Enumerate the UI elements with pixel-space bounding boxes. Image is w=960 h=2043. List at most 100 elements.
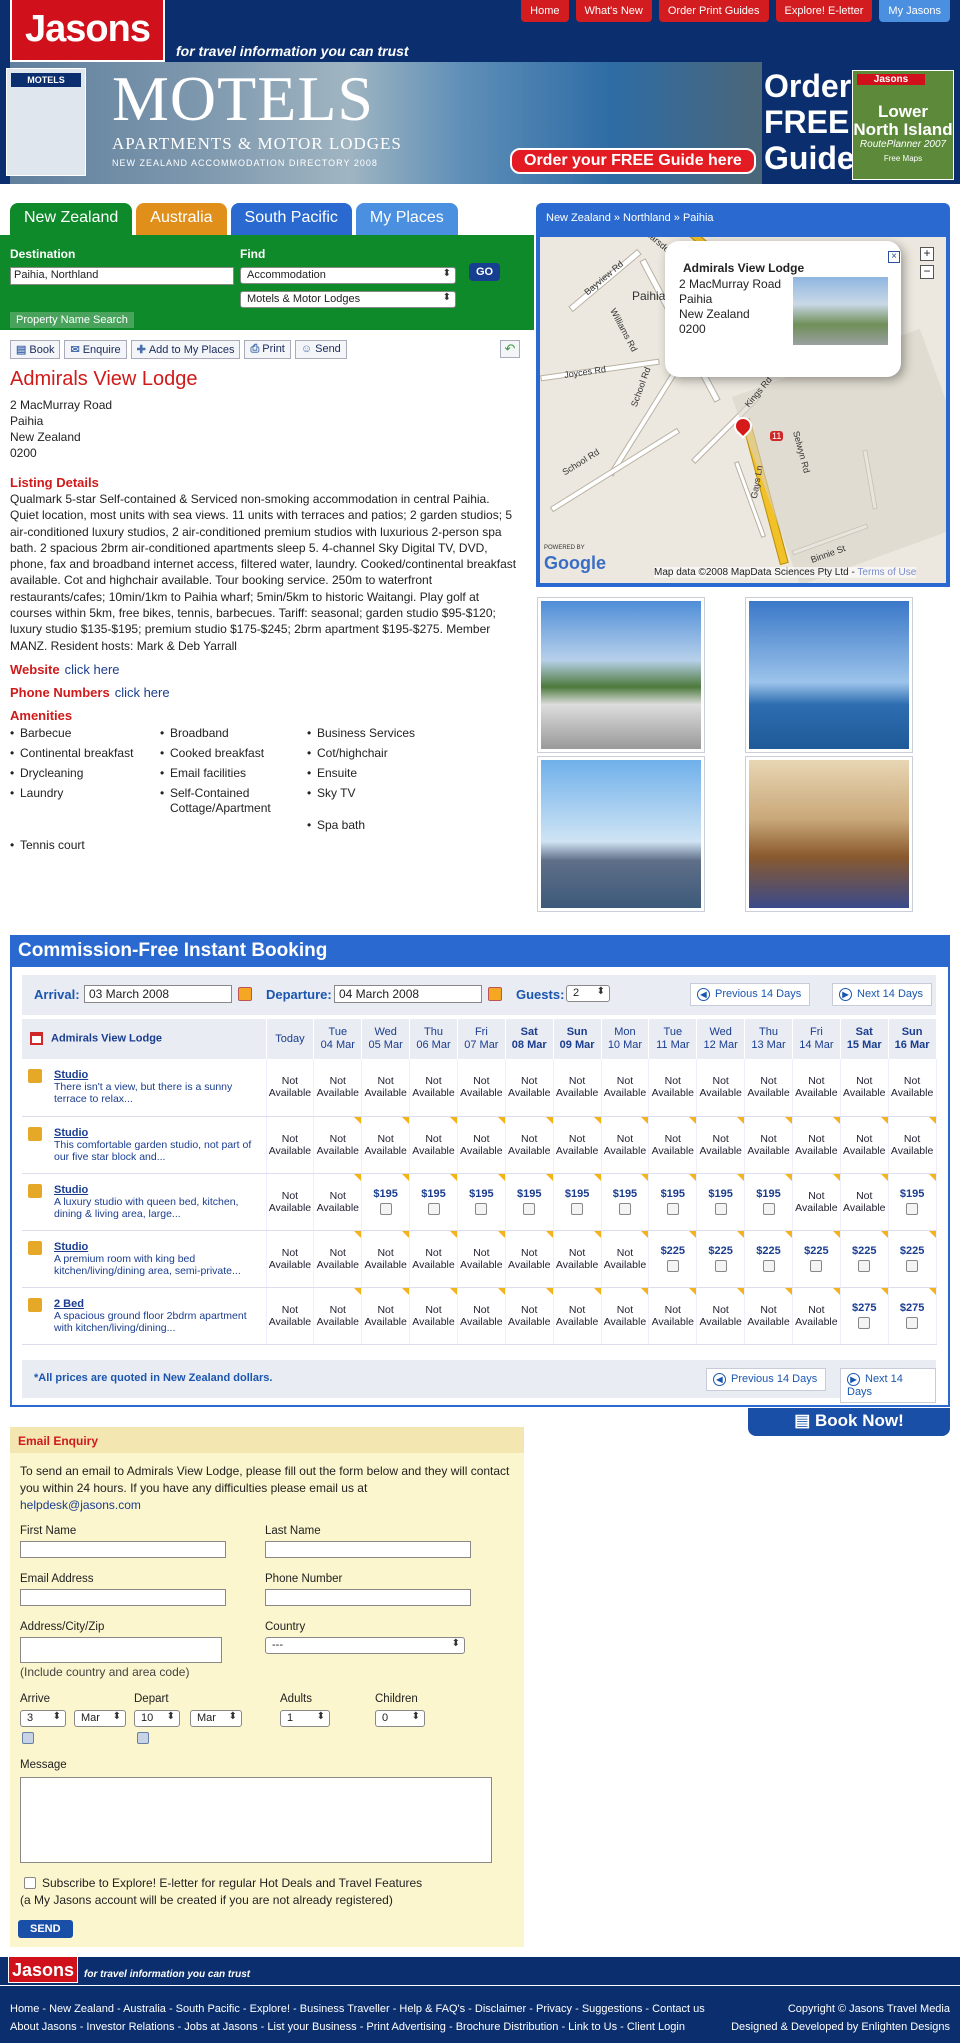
availability-cell[interactable]: $195: [457, 1173, 506, 1231]
availability-cell[interactable]: $275: [840, 1287, 889, 1345]
guests-select[interactable]: 2: [566, 985, 610, 1002]
availability-cell[interactable]: $195: [648, 1173, 698, 1231]
room-info-icon[interactable]: [28, 1069, 42, 1083]
go-button[interactable]: GO: [469, 263, 501, 281]
order-free-guides[interactable]: Order FREE Guides: [764, 68, 872, 176]
first-name-field[interactable]: [20, 1541, 226, 1558]
room-info-icon[interactable]: [28, 1297, 42, 1312]
room-name-link[interactable]: 2 Bed: [54, 1298, 266, 1310]
calendar-icon[interactable]: [488, 987, 502, 1001]
tab-australia[interactable]: Australia: [136, 203, 227, 235]
add-to-my-places-button[interactable]: ✚ Add to My Places: [130, 340, 241, 359]
adults-select[interactable]: 1: [280, 1710, 330, 1727]
send-button[interactable]: ☺ Send: [294, 340, 347, 359]
rate-checkbox[interactable]: [714, 1260, 727, 1272]
map-breadcrumb[interactable]: New Zealand » Northland » Paihia: [546, 212, 714, 224]
send-button[interactable]: SEND: [18, 1920, 73, 1938]
rate-checkbox[interactable]: [379, 1203, 392, 1215]
rate-checkbox[interactable]: [762, 1203, 775, 1215]
zoom-in-icon[interactable]: +: [920, 247, 934, 261]
next-14-days-button[interactable]: ▶ Next 14 Days: [832, 983, 933, 1006]
calendar-icon[interactable]: [238, 987, 252, 1001]
calendar-icon[interactable]: [137, 1732, 149, 1744]
availability-cell[interactable]: $195: [696, 1173, 746, 1231]
availability-cell[interactable]: $225: [792, 1230, 841, 1288]
phone-link[interactable]: click here: [115, 685, 170, 700]
availability-cell[interactable]: $195: [744, 1173, 793, 1231]
back-arrow-icon[interactable]: ↶: [500, 340, 520, 358]
rate-checkbox[interactable]: [475, 1203, 488, 1215]
rate-checkbox[interactable]: [906, 1260, 919, 1272]
phone-field[interactable]: [265, 1589, 471, 1606]
subscribe-checkbox[interactable]: [24, 1877, 36, 1889]
terms-link[interactable]: Terms of Use: [857, 567, 916, 578]
nav-home[interactable]: Home: [521, 0, 569, 22]
availability-cell[interactable]: $195: [601, 1173, 650, 1231]
lower-north-island-guide[interactable]: Jasons Lower North Island RoutePlanner 2…: [852, 70, 954, 180]
rate-checkbox[interactable]: [666, 1260, 679, 1272]
availability-cell[interactable]: $195: [361, 1173, 411, 1231]
order-guide-button[interactable]: Order your FREE Guide here: [510, 148, 756, 174]
children-select[interactable]: 0: [375, 1710, 425, 1727]
destination-input[interactable]: Paihia, Northland: [10, 267, 234, 285]
availability-cell[interactable]: $195: [888, 1173, 937, 1231]
rate-checkbox[interactable]: [810, 1260, 823, 1272]
room-name-link[interactable]: Studio: [54, 1184, 266, 1196]
nav-explore-eletter[interactable]: Explore! E-letter: [775, 0, 873, 22]
room-info-icon[interactable]: [28, 1240, 42, 1255]
arrive-day-select[interactable]: 3: [20, 1710, 66, 1727]
nav-order-print-guides[interactable]: Order Print Guides: [658, 0, 769, 22]
footer-links-secondary[interactable]: About Jasons - Investor Relations - Jobs…: [10, 2021, 685, 2033]
room-name-link[interactable]: Studio: [54, 1069, 266, 1081]
google-map[interactable]: Bayview Rd Marsden Rd Paihia Williams Rd…: [540, 237, 946, 583]
zoom-out-icon[interactable]: −: [920, 265, 934, 279]
availability-cell[interactable]: $225: [840, 1230, 889, 1288]
rate-checkbox[interactable]: [523, 1203, 536, 1215]
country-select[interactable]: ---: [265, 1637, 465, 1654]
find-select[interactable]: Accommodation: [240, 267, 456, 284]
availability-cell[interactable]: $225: [888, 1230, 937, 1288]
rate-checkbox[interactable]: [427, 1203, 440, 1215]
rate-checkbox[interactable]: [666, 1203, 679, 1215]
gallery-photo[interactable]: [538, 598, 704, 752]
availability-cell[interactable]: $195: [409, 1173, 458, 1231]
book-now-button[interactable]: ▤ Book Now!: [748, 1408, 950, 1436]
rate-checkbox[interactable]: [906, 1317, 919, 1329]
room-info-icon[interactable]: [28, 1126, 42, 1141]
room-name-link[interactable]: Studio: [54, 1127, 266, 1139]
nav-my-jasons[interactable]: My Jasons: [879, 0, 950, 22]
tab-my-places[interactable]: My Places: [355, 203, 458, 235]
rate-checkbox[interactable]: [714, 1203, 727, 1215]
tab-south-pacific[interactable]: South Pacific: [230, 203, 352, 235]
rate-checkbox[interactable]: [858, 1317, 871, 1329]
promo-banner[interactable]: MOTELS MOTELS APARTMENTS & MOTOR LODGES …: [0, 62, 960, 184]
address-field[interactable]: [20, 1637, 222, 1663]
website-link[interactable]: click here: [65, 662, 120, 677]
departure-input[interactable]: 04 March 2008: [334, 985, 482, 1003]
availability-cell[interactable]: $225: [648, 1230, 698, 1288]
print-button[interactable]: ⎙ Print: [244, 340, 291, 359]
rate-checkbox[interactable]: [618, 1203, 631, 1215]
depart-day-select[interactable]: 10: [134, 1710, 180, 1727]
availability-cell[interactable]: $225: [744, 1230, 793, 1288]
room-info-icon[interactable]: [28, 1183, 42, 1198]
room-name-link[interactable]: Studio: [54, 1241, 266, 1253]
rate-checkbox[interactable]: [858, 1260, 871, 1272]
jasons-logo[interactable]: Jasons: [10, 0, 165, 62]
availability-cell[interactable]: $195: [553, 1173, 602, 1231]
availability-cell[interactable]: $225: [696, 1230, 746, 1288]
availability-cell[interactable]: $195: [505, 1173, 554, 1231]
book-button[interactable]: ▤ Book: [10, 340, 61, 359]
gallery-photo[interactable]: [746, 757, 912, 911]
helpdesk-email-link[interactable]: helpdesk@jasons.com: [20, 1498, 141, 1512]
nav-whats-new[interactable]: What's New: [575, 0, 652, 22]
footer-links-primary[interactable]: Home - New Zealand - Australia - South P…: [10, 2003, 705, 2015]
footer-logo[interactable]: Jasons: [8, 1957, 78, 1983]
arrival-input[interactable]: 03 March 2008: [84, 985, 232, 1003]
close-icon[interactable]: ×: [888, 251, 900, 263]
rate-checkbox[interactable]: [762, 1260, 775, 1272]
calendar-icon[interactable]: [22, 1732, 34, 1744]
arrive-month-select[interactable]: Mar: [74, 1710, 126, 1727]
prev-14-days-button[interactable]: ◀ Previous 14 Days: [706, 1368, 827, 1391]
email-field[interactable]: [20, 1589, 226, 1606]
